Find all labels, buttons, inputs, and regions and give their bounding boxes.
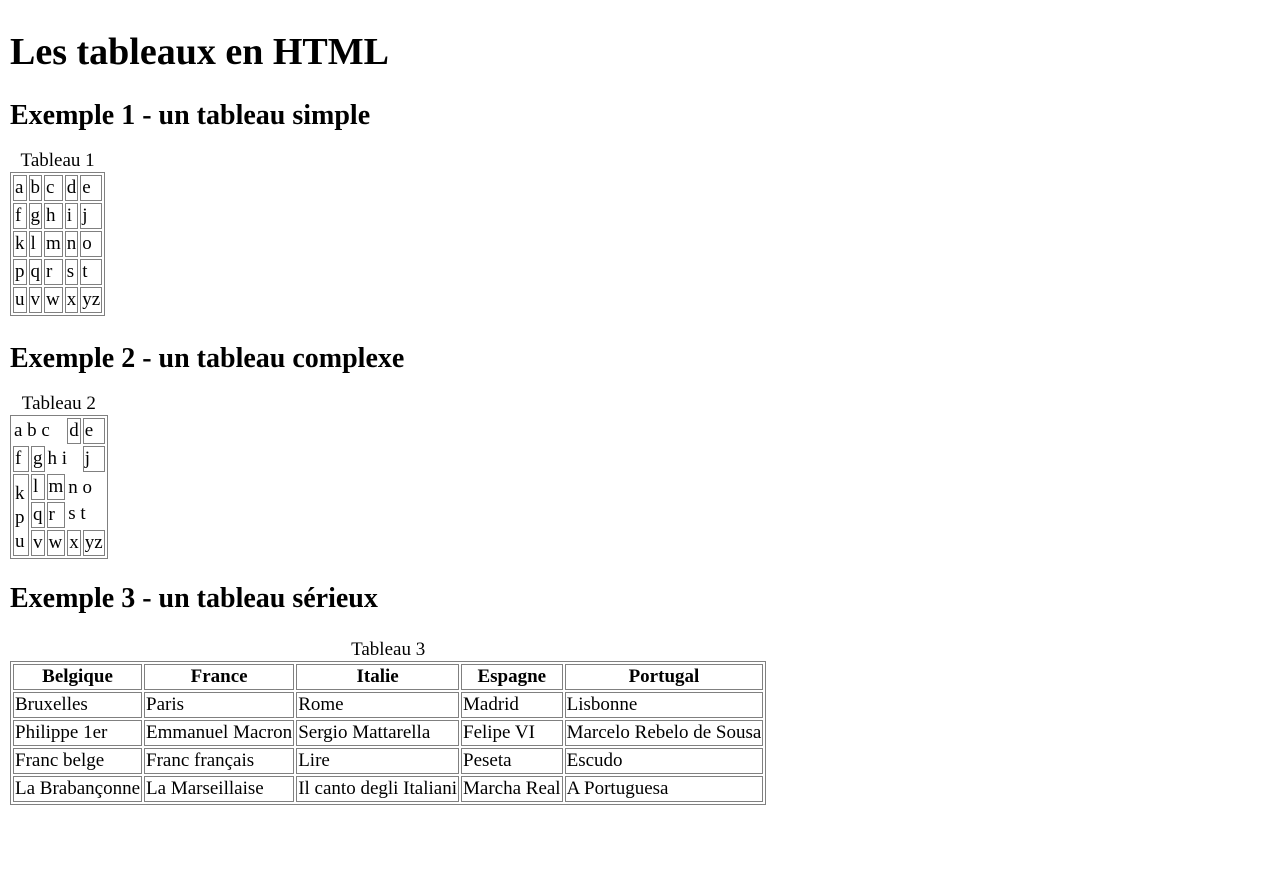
table-cell: v: [28, 287, 42, 313]
table-cell: w: [44, 287, 63, 313]
table-cell: Paris: [144, 692, 295, 718]
table-row: fghij: [13, 203, 103, 229]
table-cell: r: [46, 502, 66, 528]
table-1-body: a b c d e f g h i j k l m n o p q r s t u v w x yz: [13, 175, 103, 313]
table-row: a b c d e: [13, 418, 105, 444]
table-cell: Lisbonne: [564, 692, 764, 718]
table-1: Tableau 1 a b c d e f g h i j k l m n o p q r s t u v w x yz: [10, 150, 106, 316]
table-cell: u: [13, 287, 27, 313]
table-cell: A Portuguesa: [564, 776, 764, 802]
table-cell-text: k p u: [15, 482, 25, 552]
table-2-caption: Tableau 2: [21, 393, 96, 414]
table-cell: e: [82, 418, 105, 444]
table-1-caption: Tableau 1: [20, 150, 95, 171]
example-3-heading: Exemple 3 - un tableau sérieux: [10, 583, 378, 614]
table-cell: l: [28, 231, 42, 257]
table-cell: b: [28, 175, 42, 201]
table-cell: La Brabançonne: [13, 776, 143, 802]
table-2: Tableau 2 a b c d e f g h i j k p u l m …: [10, 393, 108, 559]
table-row: k p u l m n o s t: [13, 474, 105, 556]
example-1-heading: Exemple 1 - un tableau simple: [10, 100, 371, 131]
table-cell: a b c: [14, 420, 50, 441]
table-cell: a: [13, 175, 27, 201]
table-cell: Escudo: [564, 748, 764, 774]
table-row: La Brabançonne La Marseillaise Il canto de…: [13, 776, 764, 802]
column-header: Portugal: [564, 664, 764, 690]
table-cell: g: [31, 446, 45, 472]
table-cell: k p u: [13, 474, 29, 556]
page: Les tableaux en HTML Exemple 1 - un tabl…: [0, 0, 1266, 805]
table-cell: Peseta: [461, 748, 563, 774]
table-cell: f: [13, 446, 29, 472]
table-cell: Emmanuel Macron: [144, 720, 295, 746]
table-cell: yz: [80, 287, 103, 313]
table-cell: d: [67, 418, 81, 444]
table-cell: i: [64, 203, 79, 229]
table-row: Bruxelles Paris Rome Madrid Lisbonne: [13, 692, 764, 718]
table-cell: x: [67, 530, 81, 556]
table-cell: m: [44, 231, 63, 257]
column-header: France: [144, 664, 295, 690]
table-cell: h: [44, 203, 63, 229]
table-row: u v w x yz: [13, 287, 103, 313]
table-cell: Lire: [296, 748, 459, 774]
table-cell: f: [13, 203, 27, 229]
table-cell: Franc français: [144, 748, 295, 774]
table-cell: m: [46, 474, 66, 500]
table-3: Tableau 3 Belgique France Italie Espagne Por…: [10, 639, 767, 805]
table-cell: Bruxelles: [13, 692, 143, 718]
table-header-row: Belgique France Italie Espagne Portugal: [13, 664, 764, 690]
table-cell: c: [44, 175, 63, 201]
page-title: Les tableaux en HTML: [10, 31, 389, 73]
table-cell: La Marseillaise: [144, 776, 295, 802]
table-cell: s: [64, 259, 79, 285]
table-cell: Rome: [296, 692, 459, 718]
column-header: Espagne: [461, 664, 563, 690]
table-row: klmno: [13, 231, 103, 257]
table-cell: Marcha Real: [461, 776, 563, 802]
table-cell: Madrid: [461, 692, 563, 718]
table-cell: d: [64, 175, 79, 201]
table-cell: Philippe 1er: [13, 720, 143, 746]
example-2-heading: Exemple 2 - un tableau complexe: [10, 343, 405, 374]
table-cell: x: [64, 287, 79, 313]
table-cell: n: [64, 231, 79, 257]
column-header: Italie: [296, 664, 459, 690]
table-cell: Il canto degli Italiani: [296, 776, 459, 802]
table-cell: j: [80, 203, 103, 229]
table-cell: q: [28, 259, 42, 285]
table-cell: h i: [47, 448, 68, 469]
table-cell: n o s t: [67, 474, 104, 528]
table-cell: p: [13, 259, 27, 285]
table-row: Philippe 1er Emmanuel Macron Sergio Mattar…: [13, 720, 764, 746]
table-cell: r: [44, 259, 63, 285]
table-cell: o: [80, 231, 103, 257]
table-cell: k: [13, 231, 27, 257]
table-cell: Sergio Mattarella: [296, 720, 459, 746]
table-cell: Felipe VI: [461, 720, 563, 746]
column-header: Belgique: [13, 664, 143, 690]
table-cell-text: n o s t: [68, 477, 93, 524]
table-cell: v: [31, 530, 45, 556]
table-cell: Franc belge: [13, 748, 143, 774]
table-cell: e: [80, 175, 103, 201]
table-3-caption: Tableau 3: [351, 639, 426, 660]
table-cell: w: [46, 530, 66, 556]
table-cell: yz: [82, 530, 105, 556]
table-row: Franc belge Franc français Lire Peseta Escud…: [13, 748, 764, 774]
table-cell: q: [31, 502, 45, 528]
table-3-body: Bruxelles Paris Rome Madrid Lisbonne Philippe…: [13, 692, 764, 802]
table-cell: l: [31, 474, 45, 500]
table-row: pqrst: [13, 259, 103, 285]
table-row: abcde: [13, 175, 103, 201]
table-cell: Marcelo Rebelo de Sousa: [564, 720, 764, 746]
table-cell: g: [28, 203, 42, 229]
table-cell: j: [82, 446, 105, 472]
table-row: f g h i j: [13, 446, 105, 472]
table-cell: t: [80, 259, 103, 285]
